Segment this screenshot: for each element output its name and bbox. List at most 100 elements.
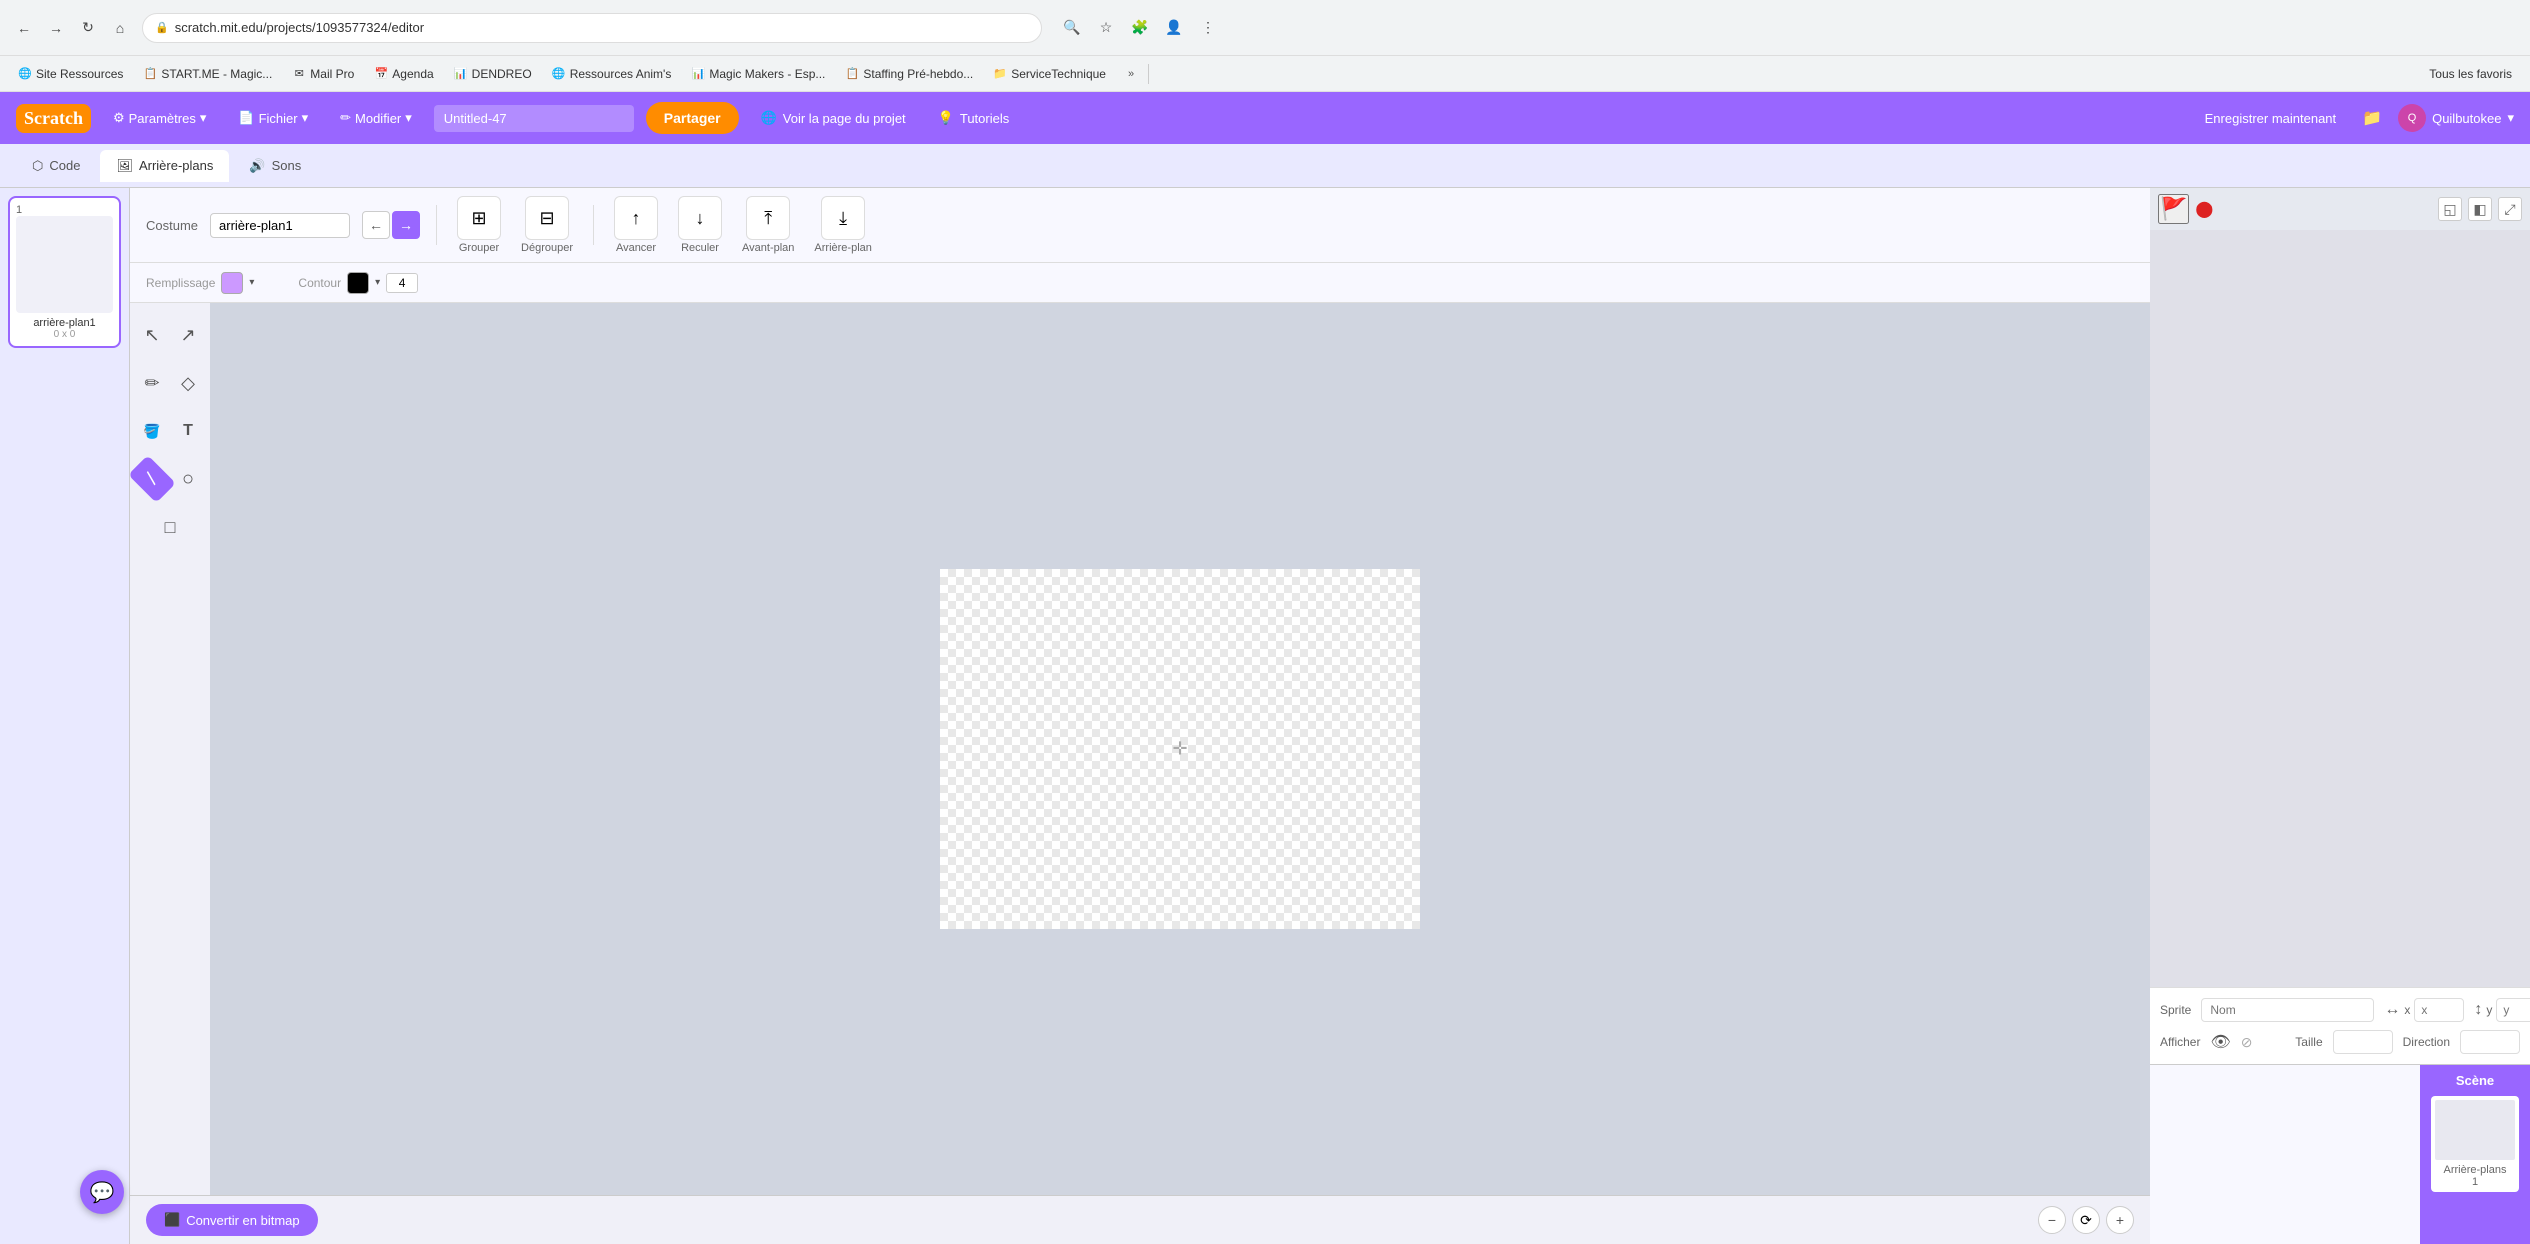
bookmark-mailpro[interactable]: ✉ Mail Pro <box>284 63 362 85</box>
costume-item[interactable]: 1 arrière-plan1 0 x 0 <box>8 196 121 348</box>
tab-code[interactable]: ⬡ Code <box>16 150 96 182</box>
stroke-width-input[interactable] <box>386 273 418 293</box>
avancer-button[interactable]: ↑ <box>614 196 658 240</box>
scene-title: Scène <box>2456 1073 2494 1088</box>
tab-sons[interactable]: 🔊 Sons <box>233 150 317 182</box>
user-menu[interactable]: Q Quilbutokee ▾ <box>2398 104 2514 132</box>
home-button[interactable]: ⌂ <box>106 14 134 42</box>
direction-input[interactable] <box>2460 1030 2520 1054</box>
dir-left-button[interactable]: ← <box>362 211 390 239</box>
fill-dropdown-icon[interactable]: ▾ <box>249 277 254 288</box>
chevron-down-icon: ▾ <box>200 110 207 126</box>
modifier-menu[interactable]: ✏ Modifier ▾ <box>330 104 422 132</box>
select-tool-button[interactable]: ↖ <box>138 315 166 355</box>
browser-actions: 🔍 ☆ 🧩 👤 ⋮ <box>1058 14 1222 42</box>
stop-button[interactable]: ⬤ <box>2195 199 2213 219</box>
star-button[interactable]: ☆ <box>1092 14 1120 42</box>
dir-right-button[interactable]: → <box>392 211 420 239</box>
grouper-button[interactable]: ⊞ <box>457 196 501 240</box>
zoom-in-button[interactable]: + <box>2106 1206 2134 1234</box>
tutoriels-button[interactable]: 💡 Tutoriels <box>928 104 1020 132</box>
scene-bg-thumbnail[interactable]: Arrière-plans 1 <box>2431 1096 2519 1192</box>
rect-tool-button[interactable]: □ <box>150 507 190 547</box>
save-icon-button[interactable]: 📁 <box>2358 104 2386 132</box>
zoom-reset-icon: ⟳ <box>2080 1212 2092 1229</box>
project-name-input[interactable] <box>434 105 634 132</box>
tab-arriere-plans[interactable]: 🖼 Arrière-plans <box>100 150 229 182</box>
costume-name-field[interactable] <box>210 213 350 238</box>
zoom-reset-button[interactable]: ⟳ <box>2072 1206 2100 1234</box>
bookmark-icon: 🌐 <box>552 67 566 81</box>
canvas-area[interactable]: ✛ <box>210 303 2150 1195</box>
bookmark-all-favorites[interactable]: Tous les favoris <box>2421 63 2520 85</box>
layout-split-button[interactable]: ◧ <box>2468 197 2492 221</box>
stroke-color-swatch[interactable] <box>347 272 369 294</box>
arrow-x-icon: ↔ <box>2384 1001 2400 1019</box>
fichier-menu[interactable]: 📄 Fichier ▾ <box>228 104 318 132</box>
voir-page-button[interactable]: 🌐 Voir la page du projet <box>751 104 916 132</box>
bookmark-label: START.ME - Magic... <box>161 67 272 81</box>
chat-icon: 💬 <box>90 1180 115 1205</box>
arrow-y-icon: ↕ <box>2474 1001 2482 1019</box>
fill-tool-button[interactable]: 🪣 <box>138 411 166 451</box>
search-button[interactable]: 🔍 <box>1058 14 1086 42</box>
bookmark-label: Agenda <box>392 67 433 81</box>
zoom-out-button[interactable]: − <box>2038 1206 2066 1234</box>
reload-button[interactable]: ↻ <box>74 14 102 42</box>
bookmark-label: Ressources Anim's <box>570 67 672 81</box>
bookmark-staffing[interactable]: 📋 Staffing Pré-hebdo... <box>837 63 981 85</box>
arriere-plan-button[interactable]: ⤓ <box>821 196 865 240</box>
sprite-name-input[interactable] <box>2201 998 2374 1022</box>
address-bar[interactable]: 🔒 scratch.mit.edu/projects/1093577324/ed… <box>142 13 1042 43</box>
avant-plan-button[interactable]: ⤒ <box>746 196 790 240</box>
tab-label: Arrière-plans <box>139 158 213 173</box>
bookmarks-more-button[interactable]: » <box>1122 64 1140 84</box>
fill-color-swatch[interactable] <box>221 272 243 294</box>
editor-content: ↖ ↗ ✏ ◇ 🪣 T / ○ □ <box>130 303 2150 1195</box>
bookmark-site-ressources[interactable]: 🌐 Site Ressources <box>10 63 131 85</box>
bookmark-startme[interactable]: 📋 START.ME - Magic... <box>135 63 280 85</box>
circle-tool-button[interactable]: ○ <box>174 459 202 499</box>
reshape-tool-button[interactable]: ↗ <box>174 315 202 355</box>
degrouper-button[interactable]: ⊟ <box>525 196 569 240</box>
flag-button[interactable]: 🚩 <box>2158 194 2189 224</box>
x-input[interactable] <box>2414 998 2464 1022</box>
account-button[interactable]: 👤 <box>1160 14 1188 42</box>
degrouper-icon: ⊟ <box>539 208 554 229</box>
reculer-button[interactable]: ↓ <box>678 196 722 240</box>
forward-button[interactable]: → <box>42 14 70 42</box>
bookmark-service-technique[interactable]: 📁 ServiceTechnique <box>985 63 1114 85</box>
eye-hidden-button[interactable]: ⊘ <box>2241 1034 2253 1051</box>
enregistrer-button[interactable]: Enregistrer maintenant <box>2195 105 2347 132</box>
bookmark-magic-makers[interactable]: 📊 Magic Makers - Esp... <box>683 63 833 85</box>
bookmark-ressources-anims[interactable]: 🌐 Ressources Anim's <box>544 63 680 85</box>
bookmark-agenda[interactable]: 📅 Agenda <box>366 63 441 85</box>
partager-button[interactable]: Partager <box>646 102 739 134</box>
costume-dims-label: 0 x 0 <box>16 329 113 340</box>
line-tool-button[interactable]: / <box>128 455 176 503</box>
remplissage-label: Remplissage <box>146 276 215 290</box>
tool-row-5: □ <box>138 507 202 547</box>
canvas-crosshair: ✛ <box>1172 739 1187 760</box>
y-input[interactable] <box>2496 998 2530 1022</box>
parametres-menu[interactable]: ⚙ Paramètres ▾ <box>103 104 216 132</box>
back-button[interactable]: ← <box>10 14 38 42</box>
eraser-tool-button[interactable]: ◇ <box>174 363 202 403</box>
toolbar-divider-2 <box>593 205 594 245</box>
chat-button[interactable]: 💬 <box>80 1170 124 1214</box>
extension-button[interactable]: 🧩 <box>1126 14 1154 42</box>
text-tool-button[interactable]: T <box>174 411 202 451</box>
eye-visible-button[interactable]: 👁 <box>2210 1032 2230 1052</box>
tool-row-3: 🪣 T <box>138 411 202 451</box>
stroke-dropdown-icon[interactable]: ▾ <box>375 277 380 288</box>
pencil-tool-button[interactable]: ✏ <box>138 363 166 403</box>
canvas[interactable]: ✛ <box>940 569 1420 929</box>
bookmark-dendreo[interactable]: 📊 DENDREO <box>446 63 540 85</box>
more-button[interactable]: ⋮ <box>1194 14 1222 42</box>
layout-fullscreen-button[interactable]: ⤢ <box>2498 197 2522 221</box>
layout-small-button[interactable]: ◱ <box>2438 197 2462 221</box>
convert-bitmap-button[interactable]: ⬛ Convertir en bitmap <box>146 1204 318 1236</box>
scratch-logo[interactable]: Scratch <box>16 104 91 133</box>
taille-input[interactable] <box>2333 1030 2393 1054</box>
bookmark-icon: 📊 <box>454 67 468 81</box>
